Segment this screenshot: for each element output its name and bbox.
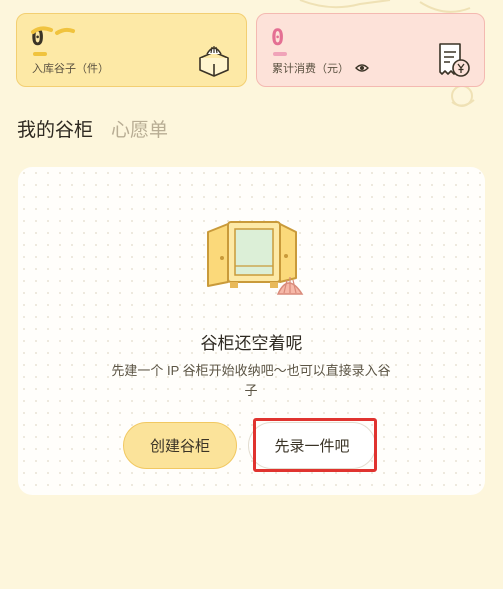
- box-with-shell-icon: [199, 46, 229, 77]
- items-label-text: 入库谷子（件）: [32, 63, 109, 75]
- spending-amount: 0: [271, 26, 285, 51]
- spending-underline: [273, 52, 287, 56]
- items-underline: [33, 52, 47, 56]
- empty-state-description: 先建一个 IP 谷柜开始收纳吧～也可以直接录入谷子: [111, 363, 391, 398]
- record-item-button[interactable]: 先录一件吧: [248, 422, 376, 469]
- spending-label: 累计消费（元）: [272, 60, 369, 76]
- items-label: 入库谷子（件）: [32, 60, 109, 76]
- create-cabinet-button[interactable]: 创建谷柜: [123, 422, 237, 469]
- open-cabinet-with-shell-icon: [207, 221, 304, 295]
- active-tab-indicator: [31, 26, 75, 35]
- spending-label-text: 累计消费（元）: [272, 63, 349, 75]
- empty-state-title: 谷柜还空着呢: [200, 334, 303, 353]
- eye-icon[interactable]: [355, 63, 369, 73]
- tab-bar: 我的谷柜 心愿单: [17, 118, 168, 158]
- receipt-yen-icon: [439, 43, 470, 77]
- cabinet-empty-panel: 谷柜还空着呢 先建一个 IP 谷柜开始收纳吧～也可以直接录入谷子 创建谷柜 先录…: [18, 167, 485, 495]
- stat-card-spending[interactable]: 0 累计消费（元）: [256, 13, 485, 87]
- tab-my-cabinet[interactable]: 我的谷柜: [17, 118, 93, 144]
- tab-wishlist[interactable]: 心愿单: [111, 118, 168, 144]
